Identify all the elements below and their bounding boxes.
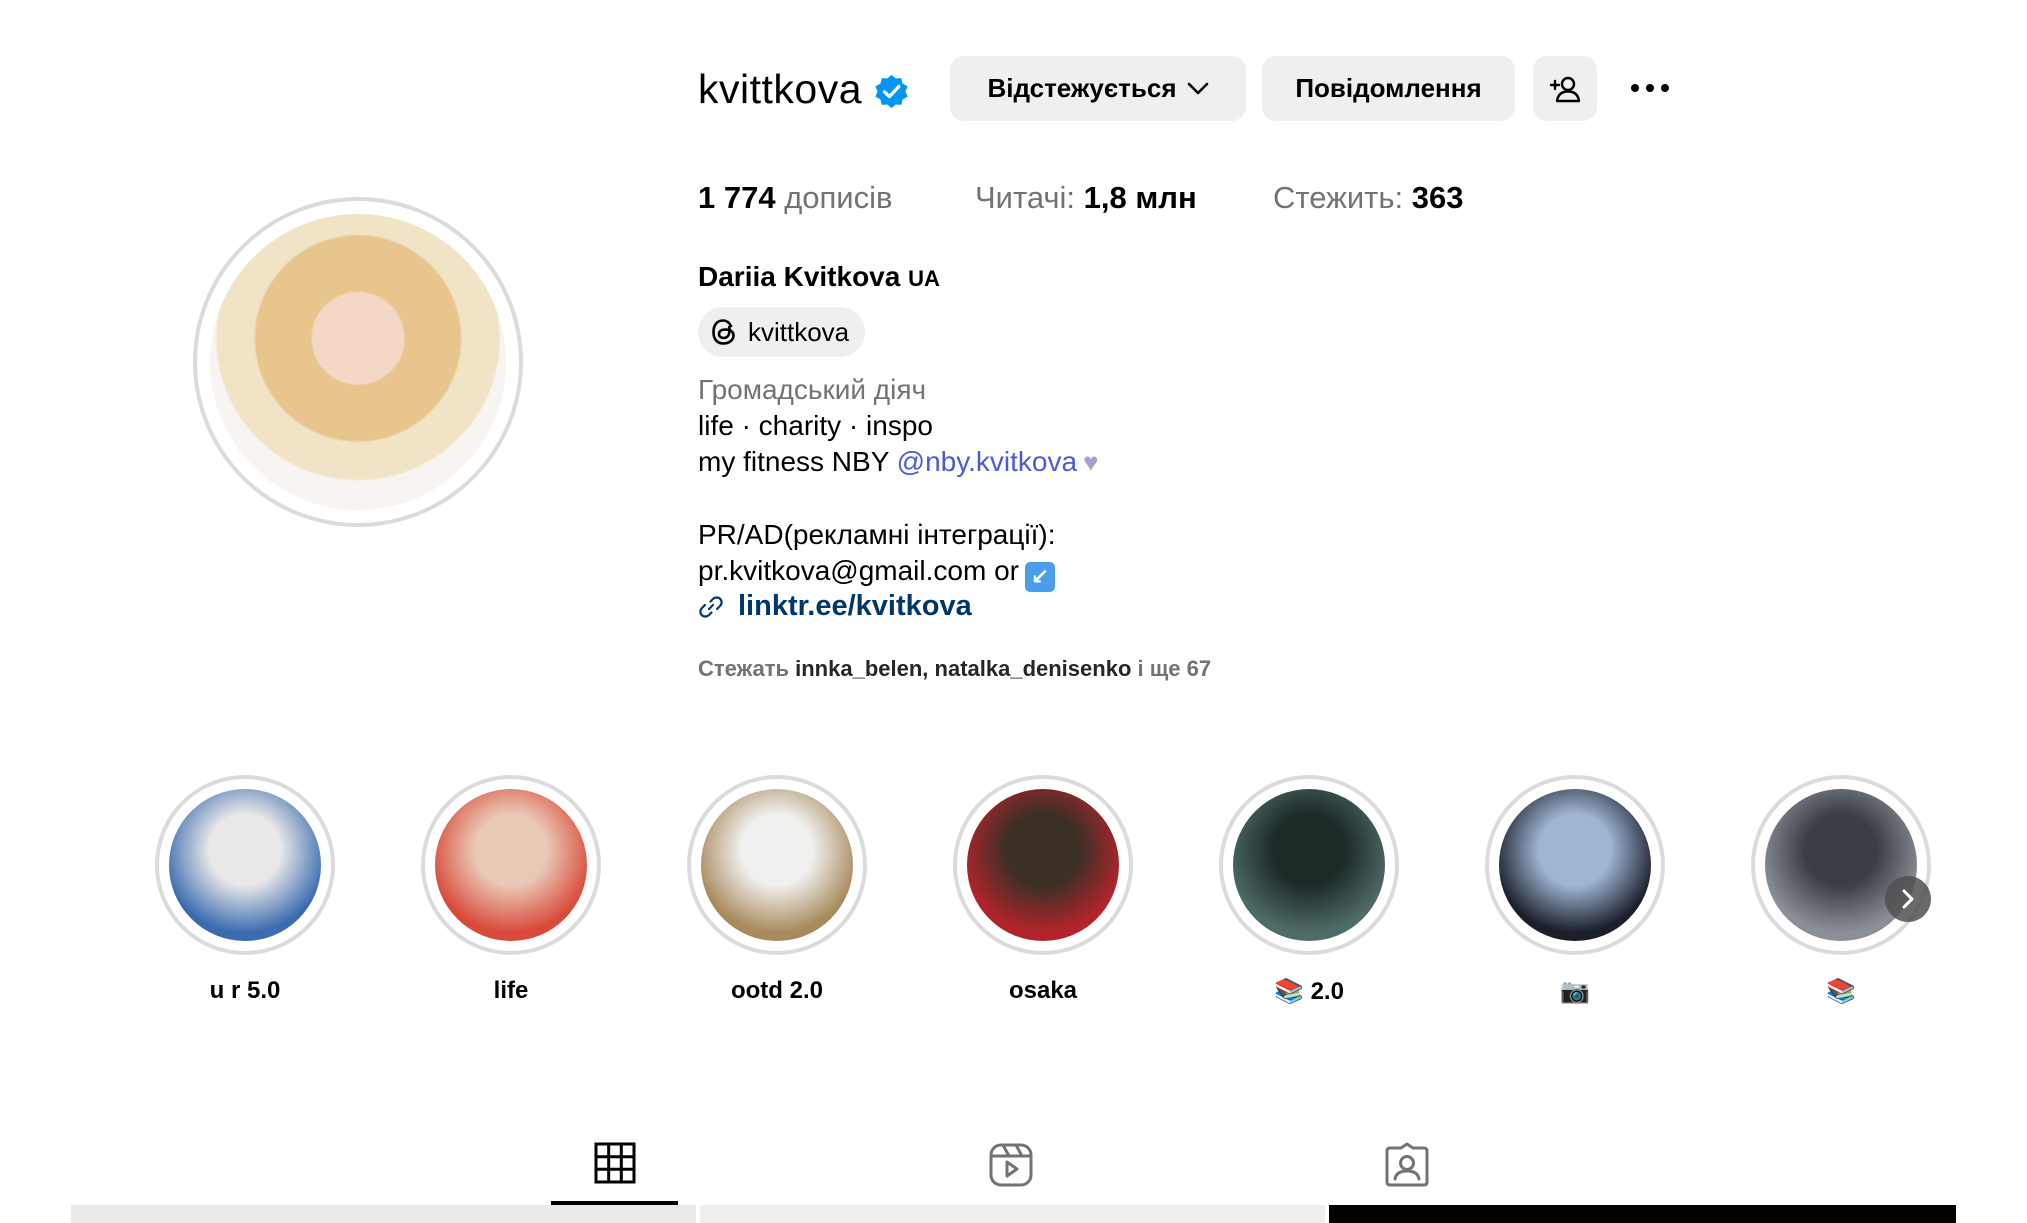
- highlight-label: 📚: [1826, 978, 1856, 1005]
- tab-reels[interactable]: [947, 1125, 1074, 1205]
- message-button-label: Повідомлення: [1295, 73, 1482, 103]
- bio-line-3: PR/AD(рекламні інтеграції):: [698, 519, 1056, 550]
- followers-count[interactable]: Читачі: 1,8 млн: [975, 180, 1197, 216]
- dot: [1631, 84, 1639, 92]
- highlight-item[interactable]: u r 5.0: [155, 775, 335, 1005]
- message-button[interactable]: Повідомлення: [1262, 56, 1515, 121]
- following-count-value: 363: [1411, 180, 1464, 215]
- highlight-label: 📚 2.0: [1274, 978, 1344, 1005]
- highlight-label: life: [493, 977, 529, 1004]
- following-label: Стежить:: [1273, 180, 1412, 215]
- highlight-label: osaka: [1008, 977, 1078, 1004]
- followers-label: Читачі:: [975, 180, 1084, 215]
- highlight-item[interactable]: osaka: [953, 775, 1133, 1005]
- highlight-cover-ring: [953, 775, 1133, 955]
- full-name-text: Dariia Kvitkova: [698, 261, 909, 292]
- followers-count-value: 1,8 млн: [1083, 180, 1197, 215]
- following-button[interactable]: Відстежується: [950, 56, 1246, 121]
- posts-count-value: 1 774: [698, 180, 776, 215]
- bio-mention-link[interactable]: @nby.kvitkova: [897, 446, 1077, 477]
- bio-line-4: pr.kvitkova@gmail.com or ↙: [698, 555, 1055, 592]
- followed-by-user: innka_belen: [795, 656, 923, 681]
- bio-line-2: my fitness NBY @nby.kvitkova ♥: [698, 446, 1099, 478]
- highlight-cover-image: [435, 789, 587, 941]
- reels-icon: [989, 1143, 1032, 1187]
- highlight-cover-image: [1499, 789, 1651, 941]
- add-person-icon: [1549, 76, 1581, 102]
- highlight-cover-ring: [1485, 775, 1665, 955]
- highlight-cover-ring: [1219, 775, 1399, 955]
- profile-page: kvittkova Відстежується Повідомлення 1 7…: [0, 0, 2027, 1223]
- bio-external-link[interactable]: linktr.ee/kvitkova: [698, 590, 972, 623]
- post-thumbnail[interactable]: [1329, 1205, 1956, 1223]
- highlight-cover-ring: [155, 775, 335, 955]
- threads-badge[interactable]: kvittkova: [698, 307, 866, 357]
- verified-badge-icon: [875, 74, 908, 109]
- link-icon: [699, 595, 723, 618]
- highlight-cover-image: [169, 789, 321, 941]
- followed-by-user: natalka_denisenko: [934, 656, 1132, 681]
- profile-category: Громадський діяч: [698, 374, 927, 405]
- highlight-item[interactable]: ootd 2.0: [687, 775, 867, 1005]
- bio-line-1: life · charity · inspo: [698, 410, 933, 441]
- followed-by-suffix: і ще 67: [1131, 656, 1212, 681]
- bio-line-2-text: my fitness NBY: [698, 446, 897, 477]
- highlight-label: ootd 2.0: [730, 977, 823, 1004]
- highlight-cover-image: [1233, 789, 1385, 941]
- highlight-label: 📷: [1560, 978, 1590, 1005]
- purple-heart-icon: ♥: [1083, 447, 1099, 477]
- highlight-cover-ring: [421, 775, 601, 955]
- highlight-cover-ring: [687, 775, 867, 955]
- posts-count: 1 774 дописів: [698, 180, 892, 216]
- tab-posts[interactable]: [551, 1125, 678, 1205]
- bio-link-text: linktr.ee/kvitkova: [738, 590, 972, 622]
- highlight-item[interactable]: 📚 2.0: [1219, 775, 1399, 1006]
- country-flag: UA: [908, 266, 940, 291]
- highlight-item[interactable]: 📷: [1485, 775, 1665, 1006]
- profile-username: kvittkova: [698, 66, 862, 112]
- posts-count-label: дописів: [775, 180, 893, 215]
- chevron-right-icon: [1902, 889, 1914, 909]
- highlight-label: u r 5.0: [209, 977, 281, 1004]
- arrow-down-left-icon: ↙: [1024, 562, 1055, 592]
- post-thumbnail[interactable]: [71, 1205, 696, 1223]
- highlight-cover-image: [701, 789, 853, 941]
- following-count[interactable]: Стежить: 363: [1273, 180, 1464, 216]
- dot: [1646, 84, 1654, 92]
- tab-tagged[interactable]: [1343, 1125, 1470, 1205]
- highlight-cover-ring: [1751, 775, 1931, 955]
- tagged-icon: [1385, 1142, 1428, 1187]
- more-options-icon[interactable]: [1620, 72, 1680, 104]
- highlight-item[interactable]: life: [421, 775, 601, 1005]
- highlight-cover-image: [967, 789, 1119, 941]
- profile-avatar: [210, 214, 506, 510]
- post-thumbnail[interactable]: [700, 1205, 1325, 1223]
- following-button-label: Відстежується: [987, 73, 1177, 103]
- highlight-cover-image: [1765, 789, 1917, 941]
- suggest-accounts-button[interactable]: [1533, 56, 1597, 121]
- chevron-down-icon: [1187, 82, 1208, 94]
- profile-avatar-ring[interactable]: [193, 197, 523, 527]
- dot: [1661, 84, 1669, 92]
- grid-icon: [594, 1142, 635, 1184]
- bio-email: pr.kvitkova@gmail.com or: [698, 555, 1019, 586]
- threads-icon: [712, 319, 735, 345]
- followed-by-separator: ,: [922, 656, 935, 681]
- profile-full-name: Dariia Kvitkova UA: [698, 261, 940, 293]
- followed-by-text[interactable]: Стежать innka_belen, natalka_denisenko і…: [698, 656, 1211, 682]
- threads-handle: kvittkova: [748, 316, 850, 347]
- highlights-next-button[interactable]: [1885, 876, 1931, 922]
- followed-by-prefix: Стежать: [698, 656, 796, 681]
